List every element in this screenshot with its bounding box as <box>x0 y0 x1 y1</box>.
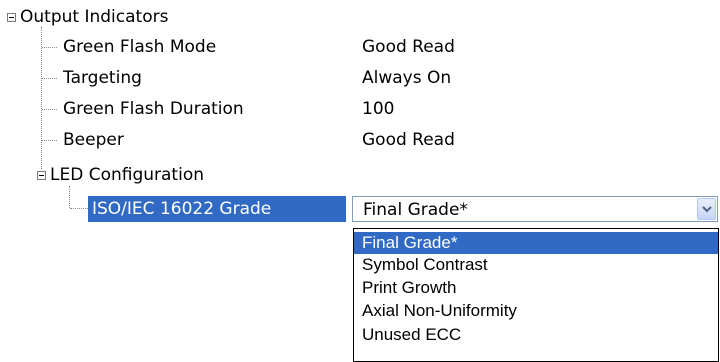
dropdown-option-print-growth[interactable]: Print Growth <box>354 277 718 299</box>
tree-guide-line <box>69 186 70 208</box>
tree-node-output-indicators[interactable]: Output Indicators <box>20 6 168 28</box>
dropdown-option-symbol-contrast[interactable]: Symbol Contrast <box>354 254 718 276</box>
property-value-beeper[interactable]: Good Read <box>362 129 455 151</box>
tree-branch-line <box>42 47 57 48</box>
tree-node-beeper[interactable]: Beeper <box>63 129 124 151</box>
property-value-green-flash-mode[interactable]: Good Read <box>362 36 455 58</box>
tree-node-led-configuration[interactable]: LED Configuration <box>50 164 204 186</box>
combobox-value: Final Grade* <box>363 200 468 220</box>
dropdown-option-axial-non-uniformity[interactable]: Axial Non-Uniformity <box>354 300 718 322</box>
dropdown-button[interactable] <box>697 198 716 220</box>
collapse-toggle-output-indicators[interactable] <box>7 13 16 22</box>
property-value-green-flash-duration[interactable]: 100 <box>362 98 394 120</box>
tree-branch-line <box>42 140 57 141</box>
dropdown-option-unused-ecc[interactable]: Unused ECC <box>354 324 718 346</box>
tree-node-green-flash-mode[interactable]: Green Flash Mode <box>63 36 216 58</box>
dropdown-option-final-grade[interactable]: Final Grade* <box>354 232 718 254</box>
chevron-down-icon <box>702 206 712 213</box>
tree-node-green-flash-duration[interactable]: Green Flash Duration <box>63 98 244 120</box>
tree-node-iso-iec-16022-grade[interactable]: ISO/IEC 16022 Grade <box>92 198 271 220</box>
tree-branch-line <box>70 208 88 209</box>
tree-branch-line <box>42 78 57 79</box>
tree-guide-line <box>41 27 42 169</box>
collapse-toggle-led-configuration[interactable] <box>37 171 46 180</box>
grade-dropdown-list: Final Grade* Symbol Contrast Print Growt… <box>353 228 719 362</box>
tree-node-targeting[interactable]: Targeting <box>63 67 142 89</box>
tree-branch-line <box>42 109 57 110</box>
property-value-targeting[interactable]: Always On <box>362 67 451 89</box>
grade-combobox[interactable]: Final Grade* <box>352 196 718 222</box>
